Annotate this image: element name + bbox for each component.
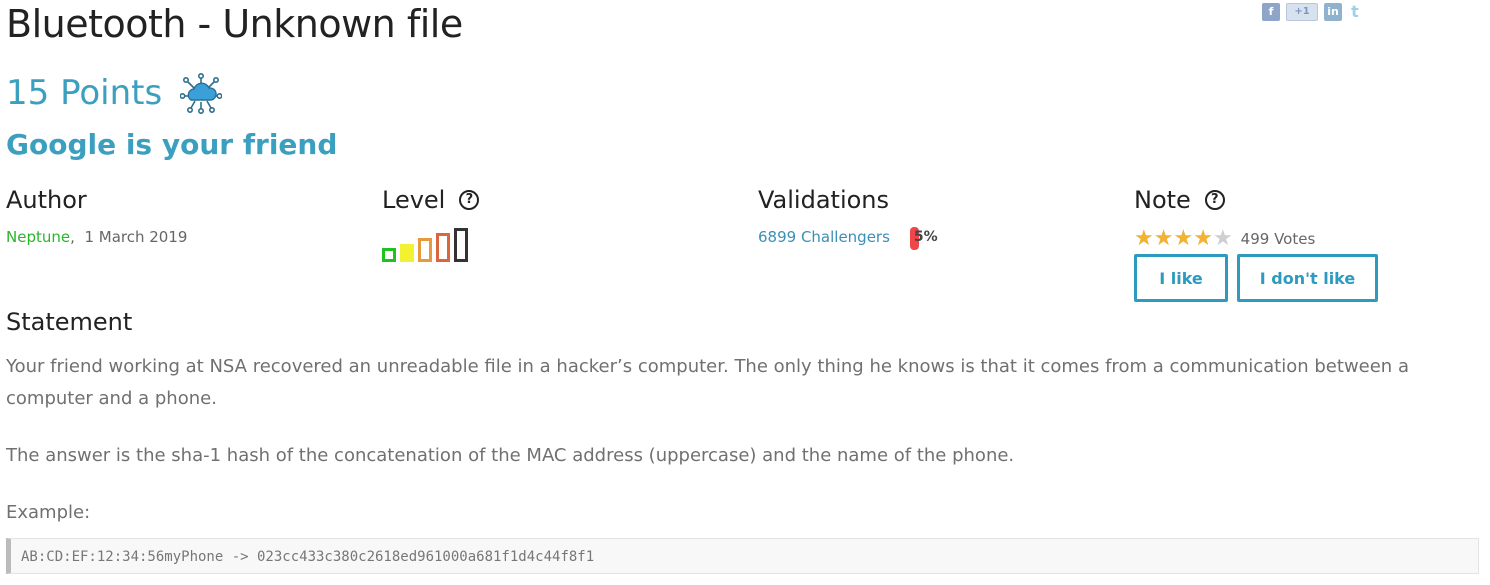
level-bar-3 — [418, 238, 432, 262]
level-bar-4 — [436, 233, 450, 262]
statement-heading: Statement — [6, 308, 133, 336]
author-separator: , — [70, 228, 75, 246]
author-section: Author Neptune, 1 March 2019 — [6, 184, 187, 246]
validation-rate-badge: 5% — [909, 227, 938, 250]
star-icon[interactable]: ★ — [1134, 226, 1154, 251]
star-icon[interactable]: ★ — [1154, 226, 1174, 251]
author-date: 1 March 2019 — [84, 228, 188, 246]
statement-paragraph-1: Your friend working at NSA recovered an … — [6, 356, 1409, 409]
level-bar-2 — [400, 244, 414, 262]
validations-section: Validations 6899 Challengers 5% — [758, 184, 938, 250]
votes-count: 499 Votes — [1240, 230, 1316, 248]
share-bar: f +1 in t — [1262, 3, 1362, 21]
like-button[interactable]: I like — [1134, 254, 1228, 302]
note-help-icon[interactable]: ? — [1204, 190, 1225, 210]
facebook-share-icon[interactable]: f — [1262, 3, 1280, 21]
level-bar-5 — [454, 228, 468, 262]
challengers-link[interactable]: 6899 Challengers — [758, 228, 890, 246]
note-section: Note ? ★★★★★ 499 Votes I like I don't li… — [1134, 184, 1378, 302]
points-row: 15 Points — [6, 72, 223, 114]
star-icon[interactable]: ★ — [1213, 226, 1233, 251]
level-section: Level ? — [382, 184, 480, 262]
star-icon[interactable]: ★ — [1173, 226, 1193, 251]
level-indicator — [382, 228, 479, 262]
challenge-subtitle: Google is your friend — [6, 128, 338, 161]
level-bar-1 — [382, 248, 396, 262]
star-icon[interactable]: ★ — [1193, 226, 1213, 251]
network-cloud-icon — [180, 72, 223, 114]
googleplus-share-icon[interactable]: +1 — [1286, 3, 1318, 21]
author-heading: Author — [6, 186, 87, 214]
validations-heading: Validations — [758, 186, 890, 214]
rating-stars: ★★★★★ — [1134, 228, 1233, 250]
twitter-share-icon[interactable]: t — [1348, 3, 1362, 21]
example-code-block: AB:CD:EF:12:34:56myPhone -> 023cc433c380… — [6, 538, 1479, 574]
dislike-button[interactable]: I don't like — [1237, 254, 1378, 302]
linkedin-share-icon[interactable]: in — [1324, 3, 1342, 21]
note-heading: Note — [1134, 186, 1191, 214]
author-link[interactable]: Neptune — [6, 228, 70, 246]
page-title: Bluetooth - Unknown file — [6, 2, 463, 46]
points-value: 15 Points — [6, 73, 163, 113]
statement-paragraph-2: The answer is the sha-1 hash of the conc… — [6, 445, 1015, 466]
validation-rate: 5% — [913, 229, 938, 245]
level-heading: Level — [382, 186, 446, 214]
example-label: Example: — [6, 502, 91, 523]
level-help-icon[interactable]: ? — [459, 190, 480, 210]
